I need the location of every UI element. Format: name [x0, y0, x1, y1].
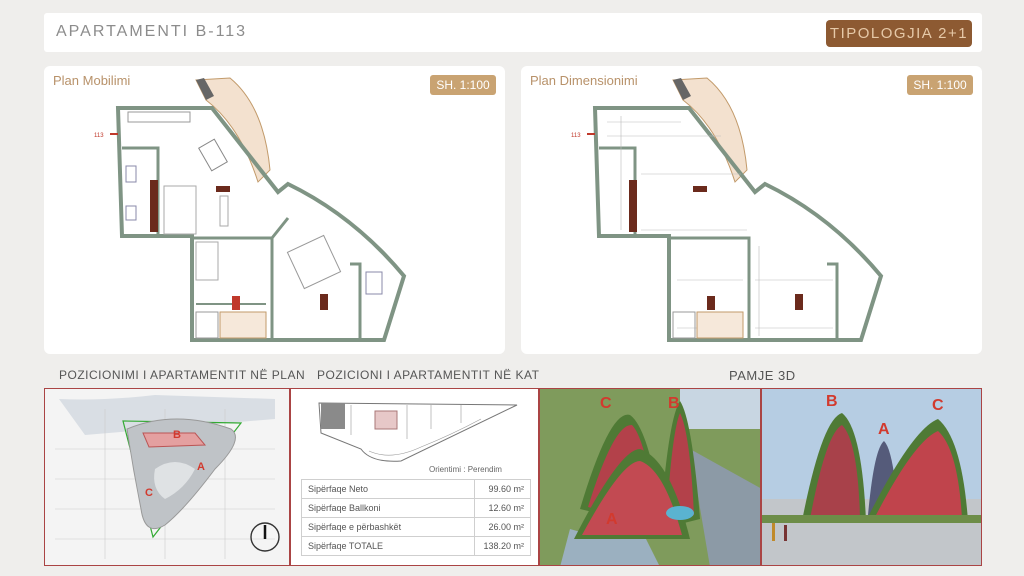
orientation-line: Orientimi : Perendim — [429, 465, 502, 474]
entry-label: 113 — [94, 133, 104, 139]
render-street-box: B A C — [761, 388, 982, 566]
render-label-a: A — [878, 421, 890, 438]
render-label-c: C — [932, 397, 944, 414]
area-table: Sipërfaqe Neto 99.60 m² Sipërfaqe Ballkon… — [301, 479, 531, 556]
floor-key-plan — [318, 402, 518, 462]
street-render-image — [762, 389, 981, 565]
furniture-plan-panel: 113 Plan Mobilimi SH. 1:100 — [44, 66, 505, 354]
section-label-3d-view: PAMJE 3D — [729, 368, 796, 383]
orientation-label: Orientimi : — [429, 465, 466, 474]
render-aerial-box: C B A — [539, 388, 761, 566]
render-label-c: C — [600, 395, 612, 412]
table-row: Sipërfaqe Neto 99.60 m² — [301, 479, 531, 499]
site-plan-drawing — [45, 389, 289, 565]
furniture-plan-title: Plan Mobilimi — [53, 73, 131, 88]
site-position-box: B A C — [44, 388, 290, 566]
area-label: Sipërfaqe e përbashkët — [301, 517, 475, 537]
section-label-position-floor: POZICIONI I APARTAMENTIT NË KAT — [317, 368, 540, 382]
area-value: 138.20 m² — [474, 536, 531, 556]
area-value: 26.00 m² — [474, 517, 531, 537]
area-label: Sipërfaqe Neto — [301, 479, 475, 499]
dimension-floor-plan: 113 — [571, 77, 884, 342]
entry-label: 113 — [571, 133, 581, 139]
site-label-a: A — [197, 461, 205, 473]
section-label-position-plan: POZICIONIMI I APARTAMENTIT NË PLAN — [59, 368, 306, 382]
dimension-plan-scale: SH. 1:100 — [907, 75, 973, 95]
site-label-c: C — [145, 487, 153, 499]
header-bar: APARTAMENTI B-113 TIPOLOGJIA 2+1 — [44, 13, 982, 52]
table-row: Sipërfaqe e përbashkët 26.00 m² — [301, 517, 531, 537]
floor-position-box: Orientimi : Perendim Sipërfaqe Neto 99.60… — [290, 388, 539, 566]
render-label-a: A — [606, 511, 618, 528]
table-row: Sipërfaqe TOTALE 138.20 m² — [301, 536, 531, 556]
table-row: Sipërfaqe Ballkoni 12.60 m² — [301, 498, 531, 518]
orientation-value: Perendim — [467, 465, 502, 474]
typology-badge: TIPOLOGJIA 2+1 — [826, 20, 972, 47]
furniture-floor-plan: 113 — [94, 77, 407, 342]
render-label-b: B — [668, 395, 680, 412]
area-label: Sipërfaqe TOTALE — [301, 536, 475, 556]
dimension-plan-panel: 113 Plan Dimensionimi SH. 1:100 — [521, 66, 982, 354]
aerial-render-image — [540, 389, 760, 565]
dimension-plan-title: Plan Dimensionimi — [530, 73, 638, 88]
area-value: 12.60 m² — [474, 498, 531, 518]
furniture-plan-scale: SH. 1:100 — [430, 75, 496, 95]
area-value: 99.60 m² — [474, 479, 531, 499]
site-label-b: B — [173, 429, 181, 441]
apartment-title: APARTAMENTI B-113 — [56, 23, 248, 40]
render-label-b: B — [826, 393, 838, 410]
area-label: Sipërfaqe Ballkoni — [301, 498, 475, 518]
